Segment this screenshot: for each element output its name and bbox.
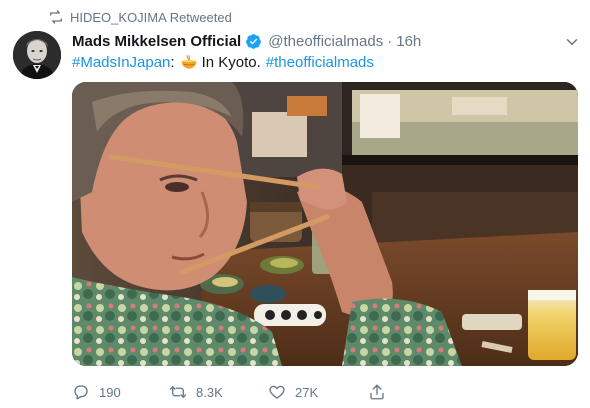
like-button[interactable]: 27K xyxy=(268,382,318,402)
share-icon xyxy=(370,384,384,400)
retweet-icon xyxy=(169,386,187,398)
tweet-timestamp[interactable]: 16h xyxy=(396,33,421,50)
tweet-body-text: In Kyoto. xyxy=(201,53,261,71)
tweet-colon: : xyxy=(170,53,175,71)
reply-button[interactable]: 190 xyxy=(72,382,121,402)
tweet-photo[interactable] xyxy=(72,82,578,366)
reply-count: 190 xyxy=(99,384,121,400)
retweeted-by-label[interactable]: HIDEO_KOJIMA Retweeted xyxy=(70,10,232,25)
share-button[interactable] xyxy=(368,382,386,402)
tweet-card[interactable]: HIDEO_KOJIMA Retweeted Mads Mikkelsen Of… xyxy=(0,0,590,408)
separator-dot: · xyxy=(387,32,393,50)
avatar[interactable] xyxy=(13,31,61,79)
retweet-icon xyxy=(48,9,64,25)
hashtag-link[interactable]: #MadsInJapan xyxy=(72,54,170,71)
retweet-header: HIDEO_KOJIMA Retweeted xyxy=(48,7,232,27)
chevron-down-icon[interactable] xyxy=(563,33,581,51)
hashtag-link[interactable]: #theofficialmads xyxy=(266,54,374,71)
author-display-name[interactable]: Mads Mikkelsen Official xyxy=(72,33,241,50)
ramen-bowl-emoji-icon xyxy=(180,53,198,71)
heart-icon xyxy=(269,385,285,399)
author-row: Mads Mikkelsen Official @theofficialmads… xyxy=(72,30,421,52)
tweet-actions: 190 8.3K 27K xyxy=(72,382,402,402)
retweet-button[interactable]: 8.3K xyxy=(169,382,223,402)
tweet-text: #MadsInJapan : In Kyoto. #theofficialmad… xyxy=(72,51,374,73)
retweet-count: 8.3K xyxy=(196,384,223,400)
author-handle[interactable]: @theofficialmads xyxy=(268,33,383,50)
verified-badge-icon xyxy=(245,33,262,50)
reply-icon xyxy=(74,385,88,400)
like-count: 27K xyxy=(295,384,319,400)
